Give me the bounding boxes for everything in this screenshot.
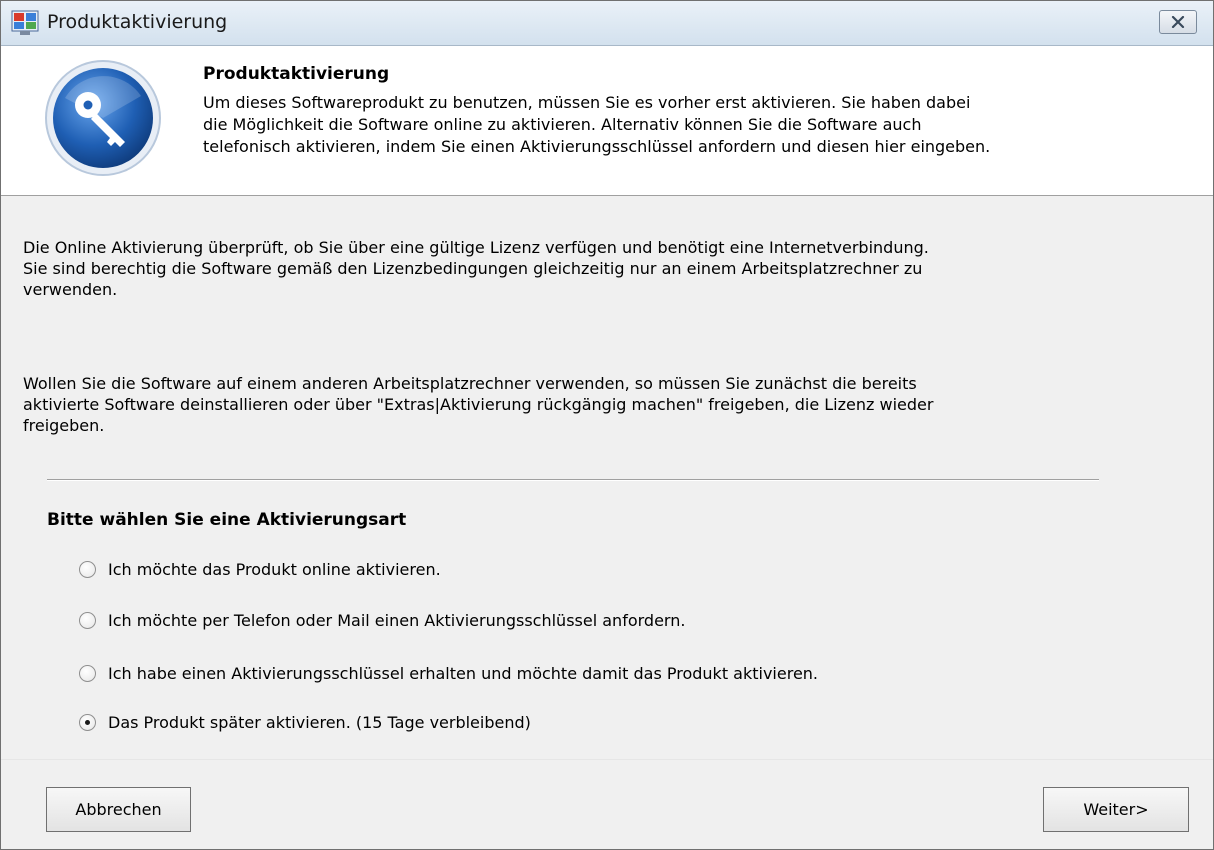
app-window-icon: [11, 10, 39, 36]
title-bar[interactable]: Produktaktivierung: [1, 1, 1213, 46]
footer-divider: [1, 759, 1213, 760]
header-description-line: die Möglichkeit die Software online zu a…: [203, 115, 922, 134]
header-description-line: Um dieses Softwareprodukt zu benutzen, m…: [203, 93, 971, 112]
next-button[interactable]: Weiter>: [1043, 787, 1189, 832]
header-title: Produktaktivierung: [203, 64, 390, 84]
info-line: Die Online Aktivierung überprüft, ob Sie…: [23, 238, 929, 257]
info-line: verwenden.: [23, 280, 118, 299]
dialog-header: Produktaktivierung Um dieses Softwarepro…: [1, 46, 1213, 196]
online-activation-info: Die Online Aktivierung überprüft, ob Sie…: [23, 237, 1193, 300]
radio-activate-later[interactable]: Das Produkt später aktivieren. (15 Tage …: [79, 710, 531, 734]
license-transfer-info: Wollen Sie die Software auf einem andere…: [23, 373, 1193, 436]
close-button[interactable]: [1159, 10, 1197, 34]
info-line: freigeben.: [23, 416, 105, 435]
radio-button-selected[interactable]: [79, 713, 96, 731]
divider: [47, 479, 1099, 481]
info-line: Sie sind berechtig die Software gemäß de…: [23, 259, 923, 278]
radio-label: Ich möchte per Telefon oder Mail einen A…: [108, 610, 686, 630]
radio-request-key[interactable]: Ich möchte per Telefon oder Mail einen A…: [79, 608, 685, 632]
radio-label: Das Produkt später aktivieren. (15 Tage …: [108, 712, 531, 732]
radio-button[interactable]: [79, 664, 96, 682]
info-line: Wollen Sie die Software auf einem andere…: [23, 374, 917, 393]
header-description: Um dieses Softwareprodukt zu benutzen, m…: [203, 92, 1203, 158]
close-icon: [1171, 13, 1185, 32]
radio-button[interactable]: [79, 611, 96, 629]
window-title: Produktaktivierung: [47, 11, 228, 33]
activation-dialog: Produktaktivierung Produktaktivierung Um…: [0, 0, 1214, 850]
radio-online-activation[interactable]: Ich möchte das Produkt online aktivieren…: [79, 557, 441, 581]
activation-type-heading: Bitte wählen Sie eine Aktivierungsart: [47, 510, 407, 530]
key-icon: [43, 58, 163, 178]
info-line: aktivierte Software deinstallieren oder …: [23, 395, 934, 414]
radio-label: Ich möchte das Produkt online aktivieren…: [108, 559, 441, 579]
header-description-line: telefonisch aktivieren, indem Sie einen …: [203, 137, 991, 156]
radio-label: Ich habe einen Aktivierungsschlüssel erh…: [108, 663, 819, 683]
cancel-button[interactable]: Abbrechen: [46, 787, 191, 832]
radio-button[interactable]: [79, 560, 96, 578]
radio-enter-key[interactable]: Ich habe einen Aktivierungsschlüssel erh…: [79, 661, 818, 685]
